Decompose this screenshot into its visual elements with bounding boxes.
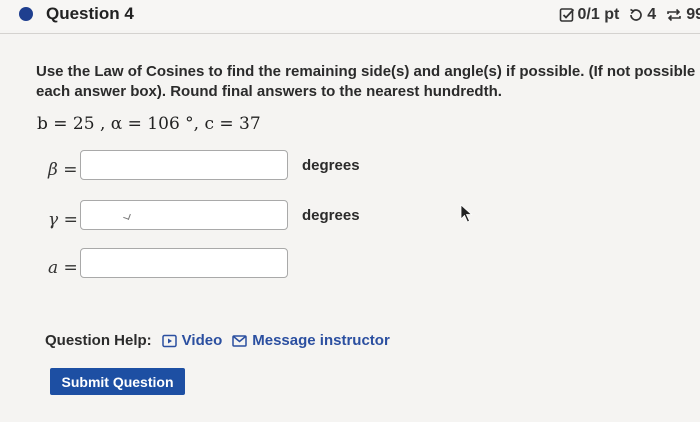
question-title: Question 4 xyxy=(46,4,134,23)
attempts-icon xyxy=(628,7,644,23)
question-meta: 0/1 pt 4 99 xyxy=(559,6,700,24)
given-values: b = 25 , α = 106 °, c = 37 xyxy=(37,114,261,134)
beta-label: β = xyxy=(48,160,78,180)
gamma-label: γ = xyxy=(48,210,78,230)
video-link-label: Video xyxy=(181,332,223,349)
beta-input[interactable] xyxy=(80,150,288,180)
prompt-line-2: each answer box). Round final answers to… xyxy=(36,83,502,100)
video-link[interactable]: Video xyxy=(161,332,223,349)
a-input[interactable] xyxy=(80,248,288,278)
question-help: Question Help: Video Message instructor xyxy=(45,332,390,349)
header-divider xyxy=(0,33,700,34)
attempts-count: 4 xyxy=(647,6,657,23)
envelope-icon xyxy=(232,334,247,347)
gamma-input[interactable] xyxy=(80,200,288,230)
beta-unit: degrees xyxy=(302,157,360,174)
question-header: Question 4 0/1 pt 4 99 xyxy=(0,0,700,30)
message-instructor-link[interactable]: Message instructor xyxy=(232,332,390,349)
question-status-dot xyxy=(19,7,33,21)
score-text: 0/1 pt xyxy=(577,6,620,23)
answer-row-a: a = xyxy=(0,248,700,288)
video-icon xyxy=(161,334,177,347)
answer-row-gamma: γ = degrees xyxy=(0,200,700,240)
a-label: a = xyxy=(48,258,78,278)
mouse-pointer-icon xyxy=(460,204,473,223)
submissions-count: 99 xyxy=(686,6,700,23)
prompt-line-1: Use the Law of Cosines to find the remai… xyxy=(36,63,700,80)
submissions-icon xyxy=(665,7,683,23)
question-help-label: Question Help: xyxy=(45,332,152,349)
answer-row-beta: β = degrees xyxy=(0,150,700,190)
submit-question-button[interactable]: Submit Question xyxy=(50,368,185,395)
gamma-unit: degrees xyxy=(302,207,360,224)
message-instructor-label: Message instructor xyxy=(252,332,390,349)
score-checkbox-icon xyxy=(559,7,575,23)
question-prompt: Use the Law of Cosines to find the remai… xyxy=(36,62,700,102)
